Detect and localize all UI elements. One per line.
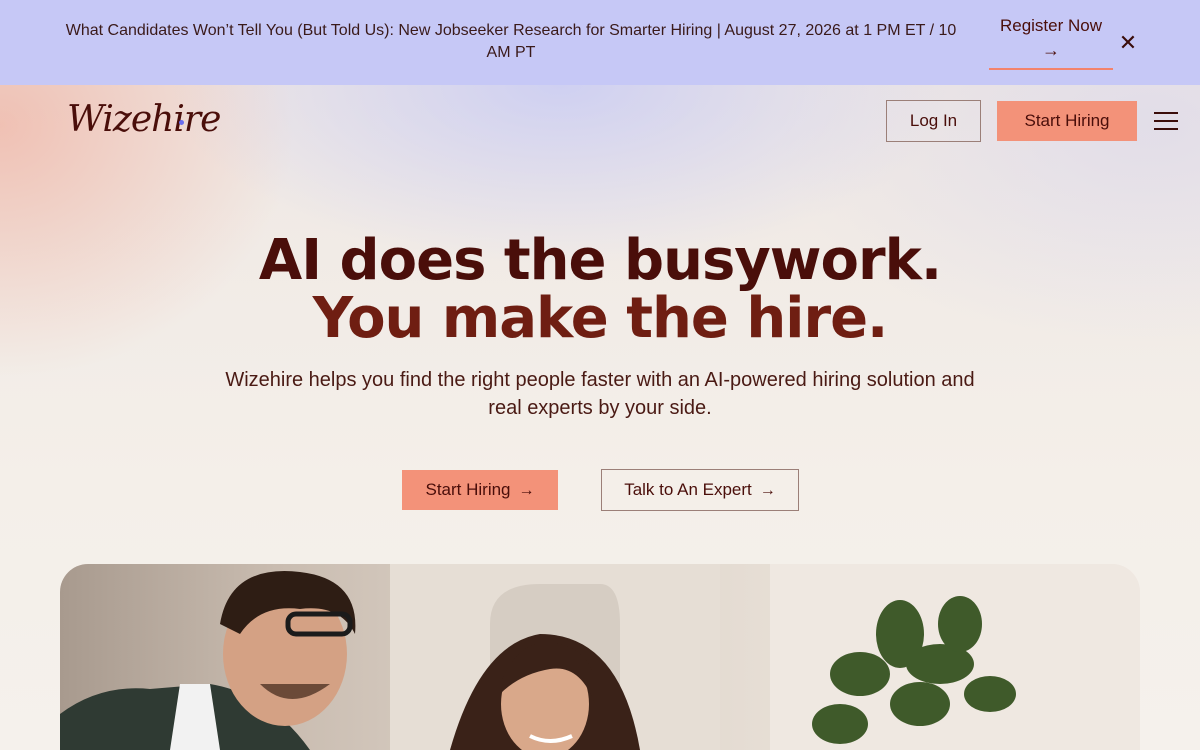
hero-headline: AI does the busywork. You make the hire.: [200, 232, 1000, 348]
close-icon[interactable]: ✕: [1116, 31, 1140, 55]
start-hiring-header-button[interactable]: Start Hiring: [997, 101, 1137, 141]
arrow-right-icon: →: [1042, 40, 1060, 60]
hero-photo: [60, 564, 1140, 750]
register-now-link[interactable]: Register Now →: [989, 14, 1113, 70]
announcement-bar: What Candidates Won’t Tell You (But Told…: [0, 0, 1200, 85]
announcement-text: What Candidates Won’t Tell You (But Told…: [65, 22, 957, 61]
register-now-label: Register Now: [999, 16, 1103, 35]
hero-subheadline: Wizehire helps you find the right people…: [225, 369, 975, 419]
man-figure: [60, 571, 356, 750]
logo-dot: [179, 120, 184, 125]
hero-photo-illustration: [60, 564, 1140, 750]
hamburger-menu-icon[interactable]: [1154, 112, 1178, 130]
arrow-right-icon: →: [759, 482, 776, 499]
wizehire-logo[interactable]: Wizehire: [67, 98, 221, 142]
start-hiring-label: Start Hiring: [425, 480, 511, 499]
talk-to-expert-button[interactable]: Talk to An Expert →: [601, 469, 799, 511]
headline-line-2: You make the hire.: [312, 286, 889, 351]
log-in-button[interactable]: Log In: [886, 100, 981, 142]
headline-line-1: AI does the busywork.: [258, 228, 942, 293]
arrow-right-icon: →: [518, 482, 535, 499]
start-hiring-button[interactable]: Start Hiring →: [402, 470, 558, 510]
talk-to-expert-label: Talk to An Expert: [624, 480, 752, 499]
